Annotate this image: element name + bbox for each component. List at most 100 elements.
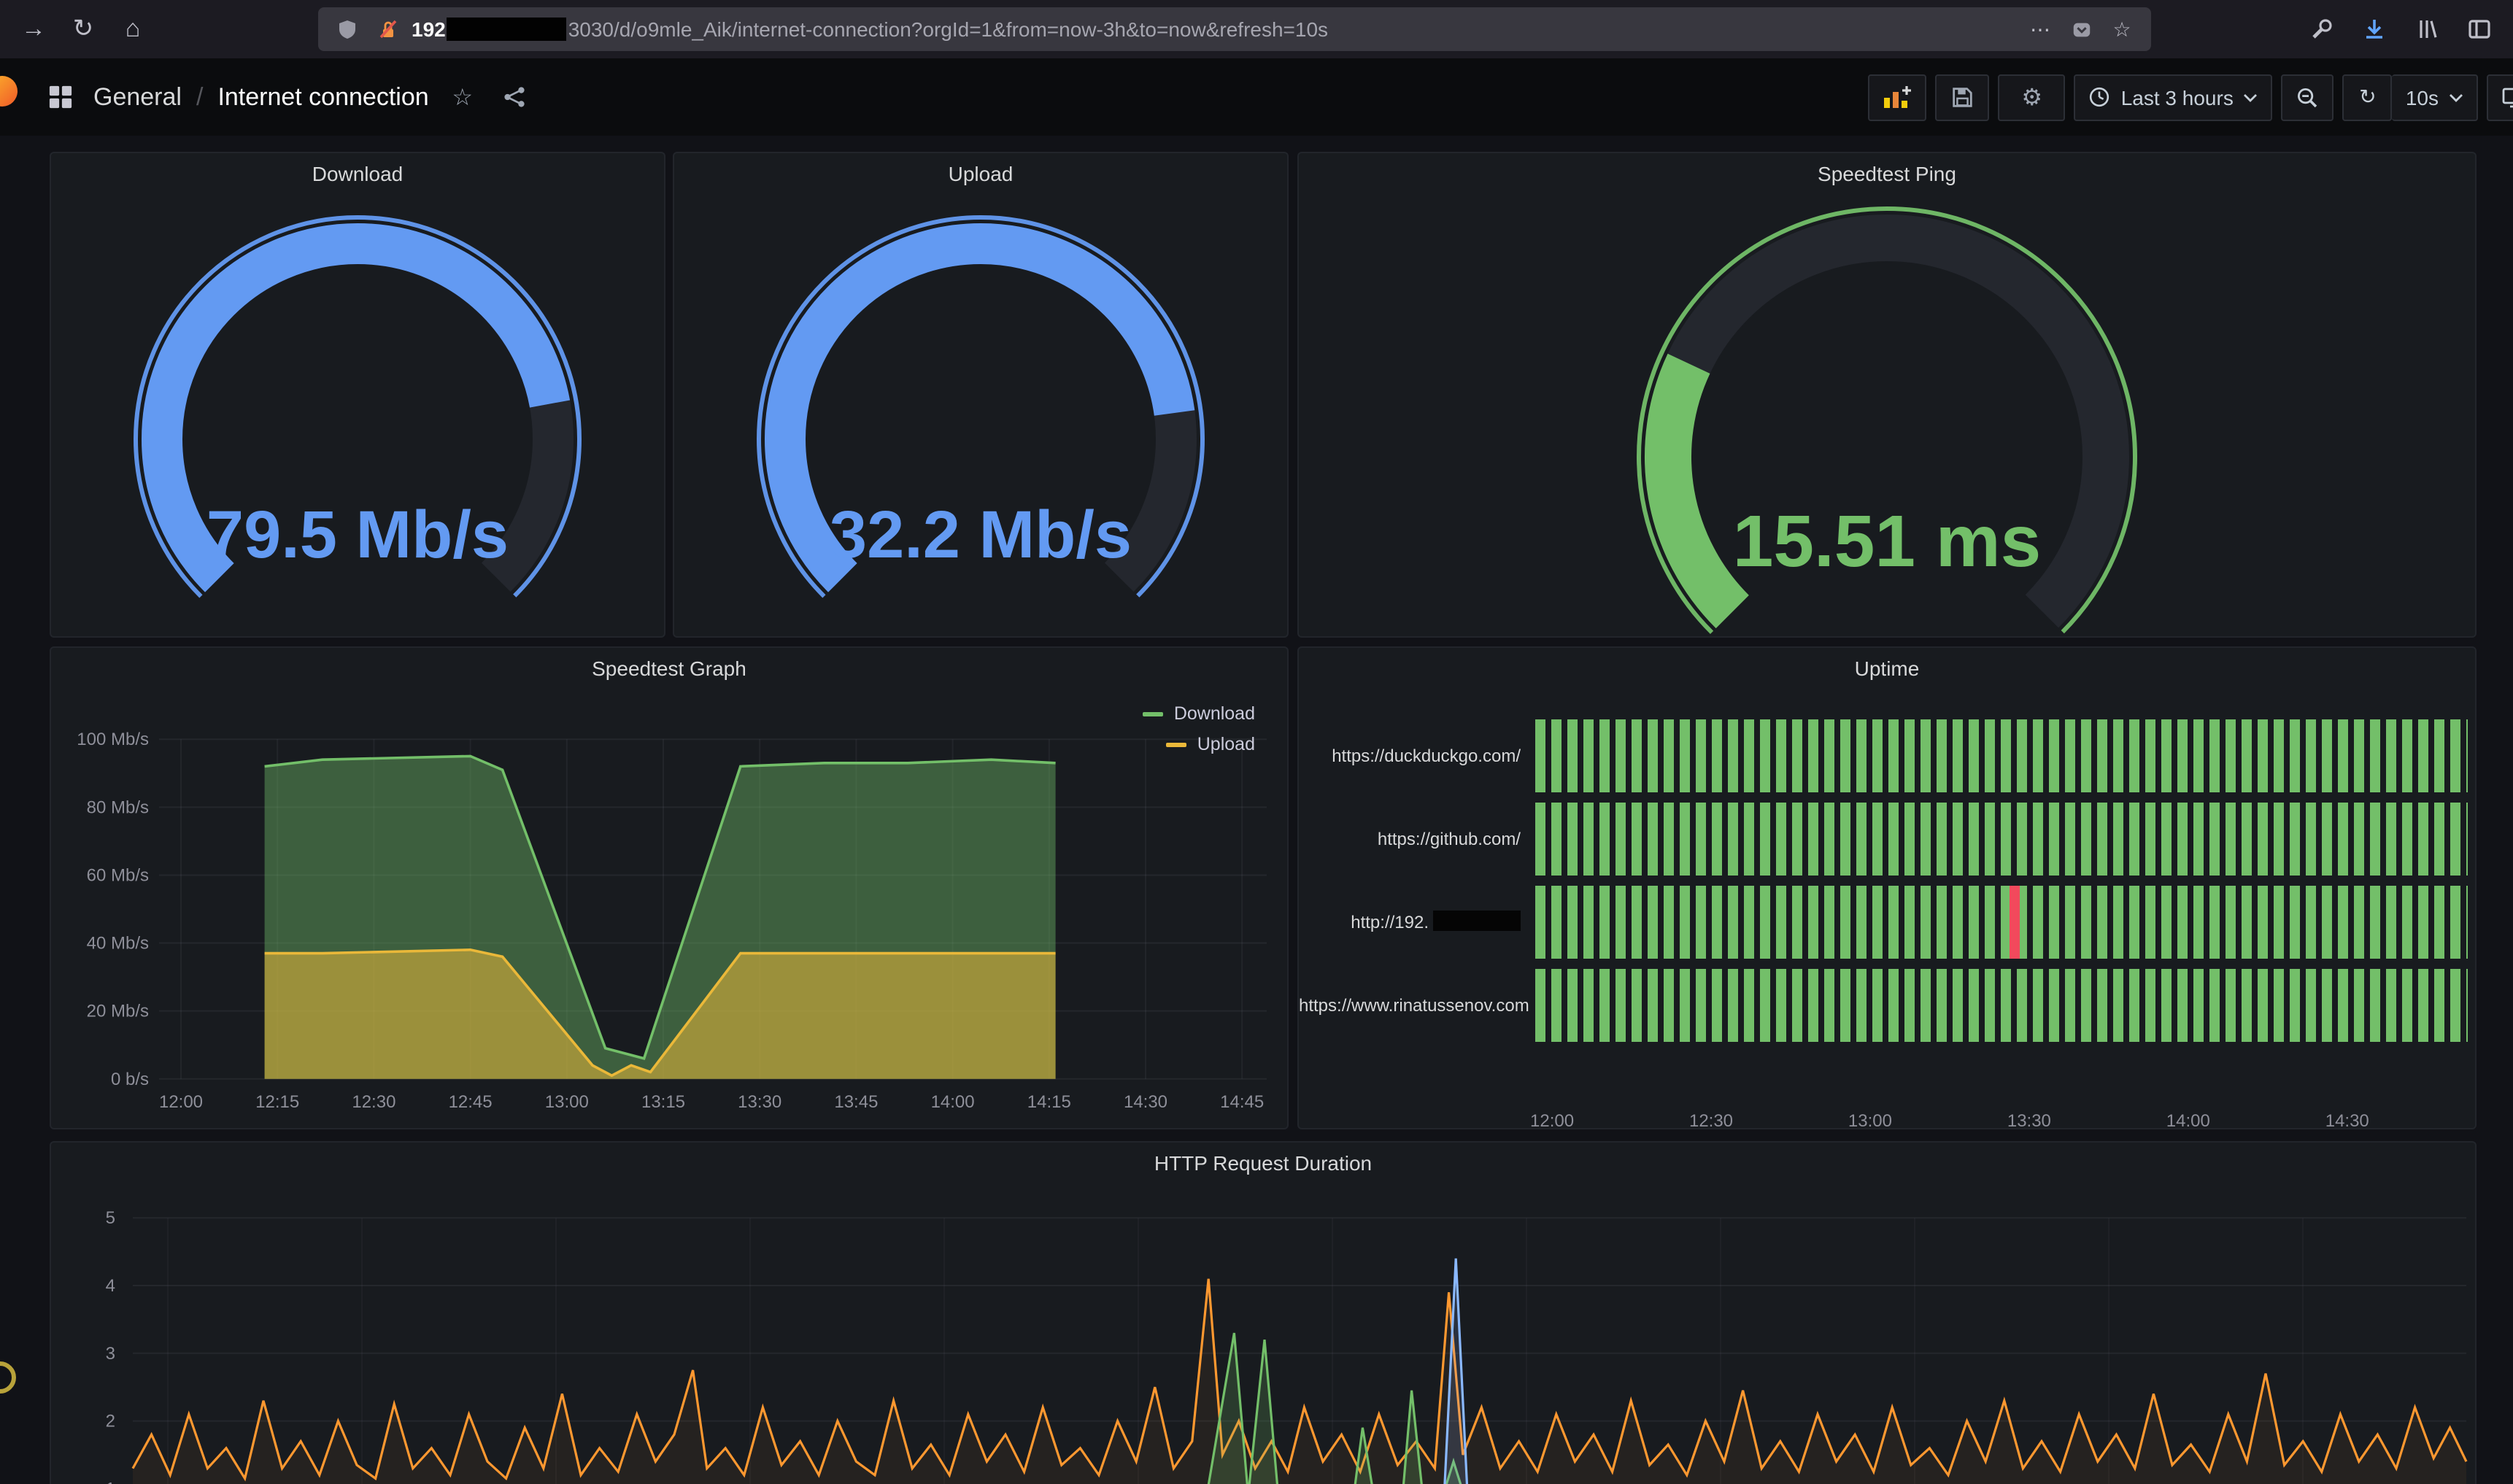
url-path: 3030/d/o9mle_Aik/internet-connection?org… (568, 18, 1328, 41)
uptime-status-bars[interactable] (1535, 886, 2468, 959)
wrench-icon[interactable] (2300, 7, 2344, 51)
clock-icon (2089, 86, 2111, 108)
uptime-down-marker (2010, 886, 2020, 959)
axis-tick-label: 2 (106, 1412, 115, 1431)
panel-title[interactable]: Speedtest Graph (51, 648, 1287, 689)
url-text: 192 3030/d/o9mle_Aik/internet-connection?… (412, 18, 2017, 41)
axis-tick-label: 14:30 (2325, 1110, 2369, 1129)
tracking-protection-shield-icon[interactable] (330, 12, 365, 47)
panel-title[interactable]: Uptime (1299, 648, 2475, 689)
panel-uptime: Uptime https://duckduckgo.com/https://gi… (1297, 646, 2477, 1129)
axis-tick-label: 12:00 (159, 1092, 203, 1112)
axis-tick-label: 60 Mb/s (87, 865, 149, 885)
grafana-logo-icon[interactable] (0, 76, 18, 107)
uptime-x-axis: 12:0012:3013:0013:3014:0014:30 (1535, 1110, 2471, 1129)
dashboard-grid-icon[interactable] (41, 78, 79, 116)
bookmark-star-icon[interactable]: ☆ (2104, 12, 2139, 47)
panel-title[interactable]: HTTP Request Duration (51, 1143, 2475, 1183)
add-panel-button[interactable] (1869, 74, 1927, 120)
breadcrumb-root[interactable]: General (93, 82, 182, 112)
dashboard-settings-button[interactable]: ⚙ (1999, 74, 2066, 120)
axis-tick-label: 0 b/s (111, 1070, 149, 1089)
refresh-button[interactable]: ↻ (2343, 74, 2393, 120)
breadcrumb: General / Internet connection ☆ (41, 78, 534, 116)
navbar-actions: ⚙ Last 3 hours ↻ 10s (1869, 74, 2513, 120)
axis-tick-label: 12:15 (255, 1092, 299, 1112)
save-dashboard-button[interactable] (1936, 74, 1990, 120)
library-icon[interactable] (2405, 7, 2449, 51)
axis-tick-label: 13:30 (738, 1092, 781, 1112)
panel-upload: Upload 32.2 Mb/s (673, 152, 1289, 638)
axis-tick-label: 12:45 (449, 1092, 493, 1112)
downloads-button[interactable] (2352, 7, 2396, 51)
dashboard-title[interactable]: Internet connection (217, 82, 428, 112)
axis-tick-label: 1 (106, 1479, 115, 1484)
axis-tick-label: 14:00 (2166, 1110, 2210, 1129)
chart-legend: Download Upload (1143, 703, 1255, 765)
uptime-row: http://192. (1299, 886, 2468, 959)
axis-tick-label: 14:00 (931, 1092, 975, 1112)
url-redaction-box (447, 18, 567, 41)
browser-right-icons (2300, 7, 2501, 51)
refresh-interval-picker[interactable]: 10s (2393, 74, 2478, 120)
axis-tick-label: 12:30 (352, 1092, 395, 1112)
help-ring-icon[interactable] (0, 1361, 16, 1394)
gauge-value: 79.5 Mb/s (51, 501, 664, 568)
chevron-down-icon (2244, 93, 2258, 101)
legend-label: Download (1174, 703, 1255, 724)
uptime-target-label: http://192. (1299, 886, 1535, 959)
url-bar[interactable]: 192 3030/d/o9mle_Aik/internet-connection?… (318, 7, 2151, 51)
panel-title[interactable]: Speedtest Ping (1299, 153, 2475, 194)
grafana-navbar: General / Internet connection ☆ ⚙ Last 3… (0, 58, 2513, 136)
time-range-label: Last 3 hours (2121, 85, 2234, 109)
chevron-down-icon (2449, 93, 2463, 101)
uptime-target-label: https://github.com/ (1299, 803, 1535, 876)
uptime-status-bars[interactable] (1535, 969, 2468, 1042)
home-button[interactable]: ⌂ (111, 7, 155, 51)
url-host: 192 (412, 18, 446, 41)
axis-tick-label: 80 Mb/s (87, 797, 149, 817)
gauge-value: 32.2 Mb/s (674, 501, 1287, 568)
axis-tick-label: 13:15 (641, 1092, 685, 1112)
pocket-icon[interactable] (2064, 12, 2099, 47)
legend-label: Upload (1197, 734, 1255, 754)
panel-speedtest-graph: 12:0012:1512:3012:4513:0013:1513:3013:45… (50, 646, 1289, 1129)
zoom-out-button[interactable] (2282, 74, 2334, 120)
http-duration-chart: 54321 (51, 1143, 2477, 1484)
panel-http-request-duration: 54321 HTTP Request Duration (50, 1141, 2477, 1484)
redaction-box (1433, 911, 1521, 931)
cycle-view-button[interactable] (2487, 74, 2513, 120)
uptime-rows: https://duckduckgo.com/https://github.co… (1299, 719, 2468, 1052)
uptime-row: https://github.com/ (1299, 803, 2468, 876)
axis-tick-label: 13:45 (834, 1092, 878, 1112)
uptime-target-label: https://www.rinatussenov.com (1299, 969, 1535, 1042)
sidebar-toggle-icon[interactable] (2458, 7, 2501, 51)
favorite-star-icon[interactable]: ☆ (444, 78, 482, 116)
axis-tick-label: 4 (106, 1276, 115, 1296)
browser-toolbar: → ↻ ⌂ 192 3030/d/o9mle_Aik/internet-conne… (0, 0, 2513, 58)
uptime-target-label: https://duckduckgo.com/ (1299, 719, 1535, 792)
panel-title[interactable]: Download (51, 153, 664, 194)
speedtest-graph-chart: 12:0012:1512:3012:4513:0013:1513:3013:45… (51, 648, 1289, 1129)
axis-tick-label: 3 (106, 1344, 115, 1364)
share-icon[interactable] (496, 78, 534, 116)
axis-tick-label: 14:30 (1124, 1092, 1167, 1112)
gear-icon: ⚙ (2013, 78, 2051, 116)
legend-swatch (1143, 711, 1164, 716)
uptime-row: https://duckduckgo.com/ (1299, 719, 2468, 792)
refresh-interval-label: 10s (2406, 85, 2439, 109)
grafana-sidebar-edge (0, 58, 18, 1484)
uptime-status-bars[interactable] (1535, 803, 2468, 876)
page-actions-icon[interactable]: ⋯ (2023, 12, 2058, 47)
reload-button[interactable]: ↻ (61, 7, 105, 51)
forward-button[interactable]: → (12, 7, 55, 51)
panel-title[interactable]: Upload (674, 153, 1287, 194)
axis-tick-label: 20 Mb/s (87, 1002, 149, 1021)
axis-tick-label: 40 Mb/s (87, 934, 149, 954)
legend-item-upload[interactable]: Upload (1143, 734, 1255, 754)
time-range-picker[interactable]: Last 3 hours (2074, 74, 2273, 120)
legend-item-download[interactable]: Download (1143, 703, 1255, 724)
uptime-status-bars[interactable] (1535, 719, 2468, 792)
panel-download: Download 79.5 Mb/s (50, 152, 665, 638)
insecure-connection-icon[interactable] (371, 12, 406, 47)
